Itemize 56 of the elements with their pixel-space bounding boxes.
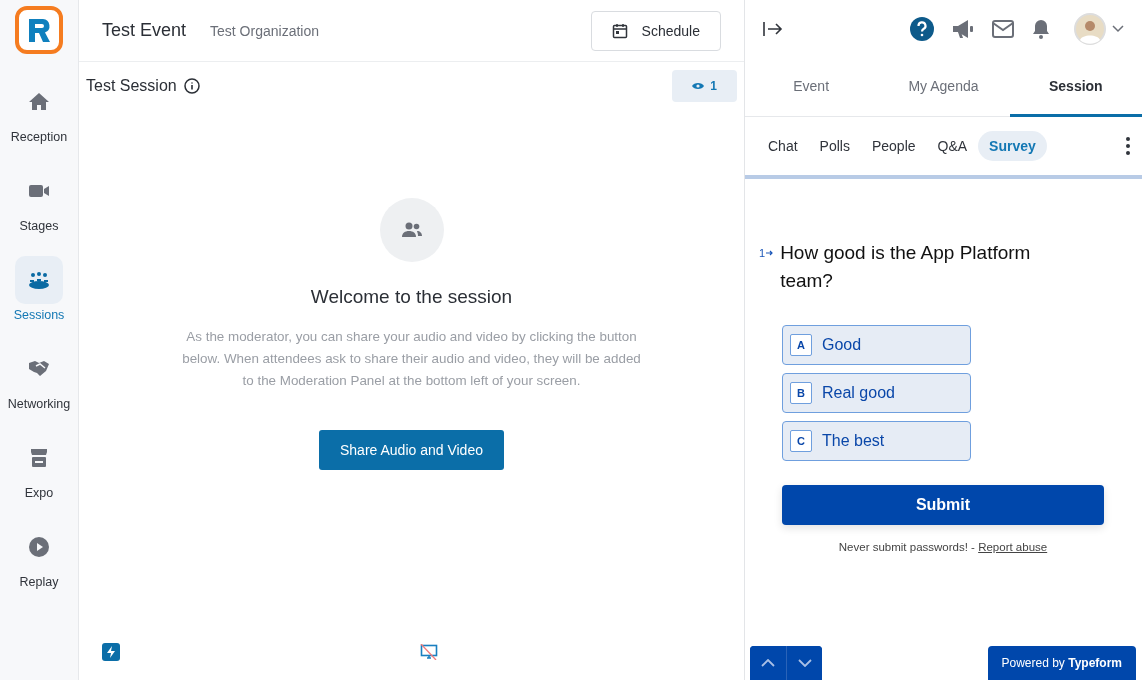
megaphone-icon[interactable] (952, 19, 974, 39)
subtab[interactable]: Polls (808, 131, 861, 161)
more-options-icon[interactable] (1126, 137, 1130, 155)
bell-icon[interactable] (1032, 19, 1050, 39)
subtab[interactable]: Q&A (926, 131, 979, 161)
sidebar-item[interactable]: Replay (0, 523, 78, 612)
welcome-text: As the moderator, you can share your audio and video by clicking the button below. When attendees ask to share their audio and video, they will be added to the Moderation Panel at the bottom left of your screen. (181, 328, 642, 390)
option-key: C (790, 430, 812, 452)
share-audio-video-button[interactable]: Share Audio and Video (319, 430, 504, 470)
question-number: 1 (759, 247, 766, 259)
chevron-down-icon[interactable] (1112, 25, 1124, 33)
mail-icon[interactable] (992, 20, 1014, 38)
welcome-title: Welcome to the session (310, 286, 513, 308)
panel-tab[interactable]: Session (1009, 58, 1142, 117)
option-key: B (790, 382, 812, 404)
subtab[interactable]: Chat (757, 131, 809, 161)
organization-name: Test Organization (210, 22, 320, 39)
play-circle-icon (27, 535, 51, 559)
screen-off-icon[interactable] (420, 644, 438, 660)
chevron-up-icon (761, 659, 775, 667)
sidebar-item[interactable]: Reception (0, 78, 78, 167)
calendar-icon (611, 22, 628, 39)
user-avatar[interactable] (1074, 13, 1106, 45)
answer-option[interactable]: C The best (782, 421, 971, 461)
submit-button[interactable]: Submit (782, 485, 1104, 525)
subtab[interactable]: Survey (978, 131, 1047, 161)
collapse-panel-icon[interactable] (763, 20, 783, 38)
panel-tab[interactable]: My Agenda (877, 58, 1010, 117)
answer-option[interactable]: B Real good (782, 373, 971, 413)
sidebar-item[interactable]: Expo (0, 434, 78, 523)
powered-by-typeform[interactable]: Powered by Typeform (987, 646, 1136, 680)
eye-icon (692, 82, 705, 90)
lightning-icon[interactable] (102, 643, 120, 661)
help-icon[interactable] (910, 17, 934, 41)
option-label: Good (822, 336, 862, 354)
next-question-button[interactable] (786, 646, 822, 680)
session-title: Test Session (86, 77, 177, 95)
chevron-down-icon (797, 659, 812, 667)
subtab[interactable]: People (860, 131, 927, 161)
info-icon[interactable] (183, 78, 200, 94)
option-label: The best (822, 432, 885, 450)
answer-option[interactable]: A Good (782, 325, 971, 365)
panel-tab[interactable]: Event (745, 58, 878, 117)
report-abuse-link[interactable]: Report abuse (978, 541, 1048, 553)
sidebar-item[interactable]: Networking (0, 345, 78, 434)
arrow-right-icon (766, 249, 775, 257)
password-notice: Never submit passwords! - Report abuse (837, 541, 1049, 553)
event-title: Test Event (102, 20, 187, 41)
viewer-count-badge: 1 (672, 70, 737, 102)
schedule-button[interactable]: Schedule (590, 10, 721, 51)
sidebar-item[interactable]: Sessions (0, 256, 78, 345)
sidebar-item[interactable]: Stages (0, 167, 78, 256)
option-label: Real good (822, 384, 895, 402)
logo-icon[interactable] (15, 6, 63, 54)
survey-question: How good is the App Platform team? (780, 241, 1032, 293)
option-key: A (790, 334, 812, 356)
